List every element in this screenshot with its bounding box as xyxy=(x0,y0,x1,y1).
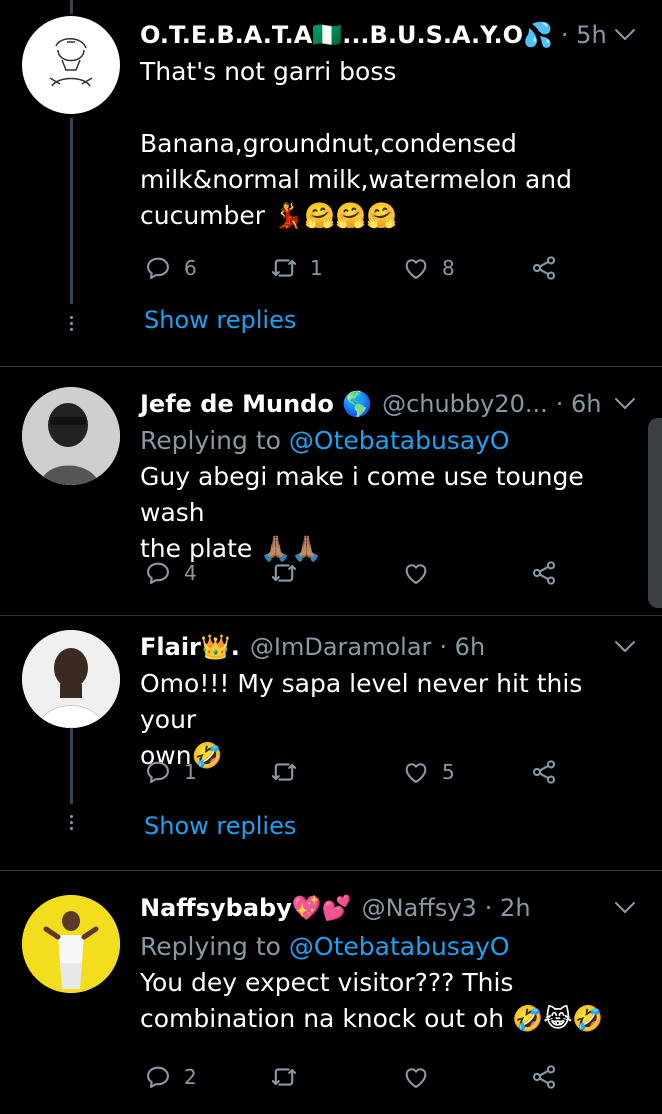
timestamp: · 5h xyxy=(560,21,607,49)
thread-dots xyxy=(66,313,76,334)
timestamp: · 2h xyxy=(484,894,531,922)
display-name[interactable]: Naffsybaby💖💕 xyxy=(140,894,352,922)
text-line: Banana,groundnut,condensed xyxy=(140,129,517,158)
tweet-text: Replying to @OtebatabusayO You dey expec… xyxy=(140,929,644,1037)
tweet-naffsy[interactable]: Naffsybaby💖💕 @Naffsy3 · 2h Replying to @… xyxy=(0,871,662,1114)
show-replies-link[interactable]: Show replies xyxy=(144,812,296,840)
tweet-actions: 2 xyxy=(140,1061,580,1093)
display-name[interactable]: Flair👑. xyxy=(140,633,240,661)
reply-count: 2 xyxy=(184,1065,197,1089)
like-icon xyxy=(402,1063,430,1091)
replying-to: Replying to @OtebatabusayO xyxy=(140,929,644,965)
share-button[interactable] xyxy=(530,756,570,788)
reply-button[interactable]: 4 xyxy=(144,557,197,589)
share-icon xyxy=(530,758,558,786)
share-button[interactable] xyxy=(530,557,570,589)
tweet-flair[interactable]: Flair👑. @ImDaramolar · 6h Omo!!! My sapa… xyxy=(0,616,662,870)
like-icon xyxy=(402,559,430,587)
tweet-header: Flair👑. @ImDaramolar · 6h xyxy=(140,630,662,664)
share-icon xyxy=(530,559,558,587)
tweet-actions: 6 1 8 xyxy=(140,252,580,284)
retweet-icon xyxy=(270,1063,298,1091)
display-name[interactable]: Jefe de Mundo 🌎 xyxy=(140,390,372,418)
reply-icon xyxy=(144,254,172,282)
like-icon xyxy=(402,758,430,786)
reply-count: 1 xyxy=(184,760,197,784)
reply-count: 4 xyxy=(184,561,197,585)
text-line xyxy=(140,90,644,126)
retweet-icon xyxy=(270,758,298,786)
like-button[interactable] xyxy=(402,1061,442,1093)
replying-label: Replying to xyxy=(140,932,281,961)
retweet-icon xyxy=(270,559,298,587)
chevron-down-icon[interactable] xyxy=(614,28,636,42)
retweet-button[interactable] xyxy=(270,756,310,788)
handle[interactable]: @Naffsy3 xyxy=(362,894,477,922)
reply-button[interactable]: 6 xyxy=(144,252,197,284)
like-button[interactable] xyxy=(402,557,442,589)
text-line: milk&normal milk,watermelon and xyxy=(140,165,573,194)
retweet-button[interactable]: 1 xyxy=(270,252,323,284)
replying-to: Replying to @OtebatabusayO xyxy=(140,423,644,459)
tweet-text: That's not garri boss Banana,groundnut,c… xyxy=(140,54,644,234)
share-button[interactable] xyxy=(530,1061,570,1093)
mention-link[interactable]: @OtebatabusayO xyxy=(289,426,510,455)
chevron-down-icon[interactable] xyxy=(614,901,636,915)
scrollbar[interactable] xyxy=(648,418,662,608)
retweet-button[interactable] xyxy=(270,1061,310,1093)
share-button[interactable] xyxy=(530,252,570,284)
avatar[interactable] xyxy=(22,630,120,728)
text-line: combination na knock out oh 🤣😹🤣 xyxy=(140,1004,604,1033)
text-line: Guy abegi make i come use tounge wash xyxy=(140,462,584,527)
text-line: That's not garri boss xyxy=(140,57,397,86)
reply-count: 6 xyxy=(184,256,197,280)
timestamp: · 6h xyxy=(555,390,602,418)
reply-button[interactable]: 2 xyxy=(144,1061,197,1093)
tweet-header: Naffsybaby💖💕 @Naffsy3 · 2h xyxy=(140,891,662,925)
tweet-actions: 1 5 xyxy=(140,756,580,788)
thread-dots xyxy=(66,812,76,833)
like-count: 5 xyxy=(442,760,455,784)
avatar[interactable] xyxy=(22,16,120,114)
tweet-otebata[interactable]: O.T.E.B.A.T.A🇳🇬...B.U.S.A.Y.O💦 · 5h That… xyxy=(0,0,662,366)
retweet-button[interactable] xyxy=(270,557,310,589)
thread-line xyxy=(70,0,73,14)
reply-icon xyxy=(144,1063,172,1091)
share-icon xyxy=(530,1063,558,1091)
text-line: cucumber 💃🤗🤗🤗 xyxy=(140,201,398,230)
reply-icon xyxy=(144,758,172,786)
tweet-jefe[interactable]: Jefe de Mundo 🌎 @chubby20... · 6h Replyi… xyxy=(0,367,662,615)
reply-icon xyxy=(144,559,172,587)
text-line: Omo!!! My sapa level never hit this your xyxy=(140,669,583,734)
display-name[interactable]: O.T.E.B.A.T.A🇳🇬...B.U.S.A.Y.O💦 xyxy=(140,21,553,49)
chevron-down-icon[interactable] xyxy=(614,640,636,654)
thread-line xyxy=(70,118,73,304)
chevron-down-icon[interactable] xyxy=(614,397,636,411)
mention-link[interactable]: @OtebatabusayO xyxy=(289,932,510,961)
tweet-text: Replying to @OtebatabusayO Guy abegi mak… xyxy=(140,423,644,567)
thread-line xyxy=(70,728,73,804)
timestamp: · 6h xyxy=(439,633,486,661)
share-icon xyxy=(530,254,558,282)
avatar[interactable] xyxy=(22,895,120,993)
like-count: 8 xyxy=(442,256,455,280)
tweet-actions: 4 xyxy=(140,557,580,589)
handle[interactable]: @chubby20... xyxy=(382,390,548,418)
retweet-count: 1 xyxy=(310,256,323,280)
handle[interactable]: @ImDaramolar xyxy=(250,633,432,661)
show-replies-link[interactable]: Show replies xyxy=(144,306,296,334)
text-line: You dey expect visitor??? This xyxy=(140,968,514,997)
retweet-icon xyxy=(270,254,298,282)
avatar[interactable] xyxy=(22,387,120,485)
tweet-header: Jefe de Mundo 🌎 @chubby20... · 6h xyxy=(140,387,662,421)
like-button[interactable]: 5 xyxy=(402,756,455,788)
tweet-header: O.T.E.B.A.T.A🇳🇬...B.U.S.A.Y.O💦 · 5h xyxy=(140,18,662,52)
like-button[interactable]: 8 xyxy=(402,252,455,284)
replying-label: Replying to xyxy=(140,426,281,455)
reply-button[interactable]: 1 xyxy=(144,756,197,788)
like-icon xyxy=(402,254,430,282)
